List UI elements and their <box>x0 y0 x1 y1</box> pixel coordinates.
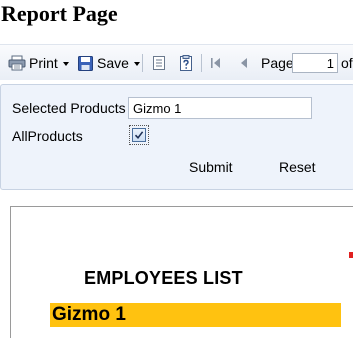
page-label: Page <box>261 55 294 71</box>
save-button[interactable]: Save <box>78 45 140 81</box>
first-page-button[interactable] <box>210 45 222 81</box>
selected-products-input[interactable] <box>128 97 312 119</box>
save-label: Save <box>97 55 129 71</box>
checkmark-icon <box>134 131 144 140</box>
toolbar-divider <box>201 54 202 72</box>
page-number-input[interactable] <box>292 53 338 73</box>
print-button[interactable]: Print <box>8 45 69 81</box>
selected-products-label: Selected Products <box>12 100 126 116</box>
report-viewer: EMPLOYEES LIST Gizmo 1 <box>10 206 353 338</box>
report-group-band: Gizmo 1 <box>50 303 341 327</box>
reset-button[interactable]: Reset <box>279 159 316 175</box>
submit-button[interactable]: Submit <box>189 159 233 175</box>
print-label: Print <box>29 55 58 71</box>
all-products-checkbox[interactable] <box>129 125 149 145</box>
parameters-icon <box>179 54 193 72</box>
previous-page-icon <box>240 57 248 69</box>
all-products-label: AllProducts <box>12 128 83 144</box>
page-of-label: of <box>341 55 353 71</box>
previous-page-button[interactable] <box>240 45 248 81</box>
report-accent-mark <box>349 252 353 258</box>
parameters-panel: Selected Products AllProducts Submit Res… <box>0 84 353 190</box>
report-toolbar: Print Save Page 1 of <box>0 44 353 80</box>
chevron-down-icon <box>133 61 140 66</box>
parameters-button[interactable] <box>179 45 193 81</box>
first-page-icon <box>210 57 222 69</box>
report-heading: EMPLOYEES LIST <box>84 268 243 288</box>
report-group-title: Gizmo 1 <box>52 304 126 325</box>
document-map-icon <box>152 55 166 71</box>
chevron-down-icon <box>62 61 69 66</box>
page-title: Report Page <box>1 1 118 26</box>
printer-icon <box>8 55 26 71</box>
document-map-button[interactable] <box>152 45 166 81</box>
floppy-disk-icon <box>78 55 93 71</box>
toolbar-divider <box>142 54 143 72</box>
